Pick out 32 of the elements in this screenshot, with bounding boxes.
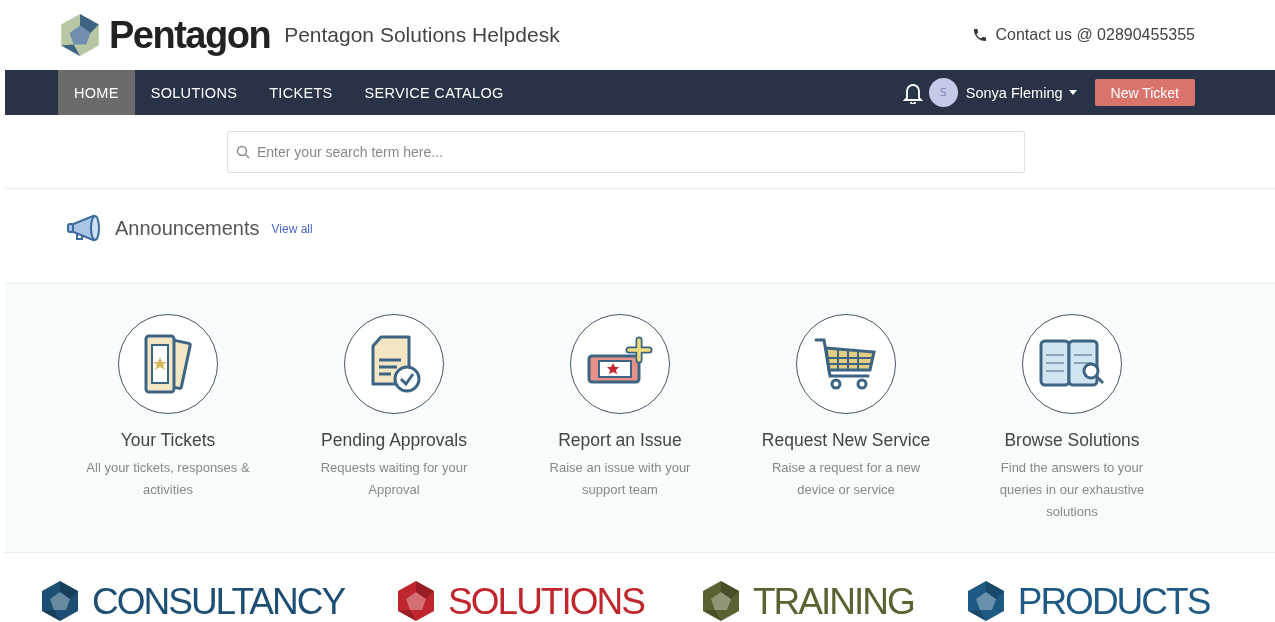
view-all-link[interactable]: View all xyxy=(271,222,313,236)
card-description: Raise a request for a new device or service xyxy=(770,459,922,499)
card-title[interactable]: Pending Approvals xyxy=(321,430,467,451)
brand-label: PRODUCTS xyxy=(1017,582,1210,620)
book-search-icon xyxy=(1039,339,1105,389)
card-title[interactable]: Browse Solutions xyxy=(1004,430,1140,451)
card-title[interactable]: Your Tickets xyxy=(120,430,216,451)
nav-tab[interactable]: HOME xyxy=(58,70,135,115)
bell-icon[interactable] xyxy=(902,81,923,104)
card-description: All your tickets, responses & activities xyxy=(85,459,251,499)
card-title[interactable]: Request New Service xyxy=(761,430,931,451)
user-menu[interactable]: Sonya Fleming xyxy=(965,84,1077,101)
brand-label: CONSULTANCY xyxy=(92,582,345,620)
brand-label: TRAINING xyxy=(752,582,914,620)
logo-text: Pentagon xyxy=(109,13,271,57)
card-description: Raise an issue with your support team xyxy=(548,459,692,499)
megaphone-icon xyxy=(67,213,103,243)
announcements-heading: Announcements xyxy=(115,217,260,240)
card-description: Find the answers to your queries in our exhaustive solutions xyxy=(998,459,1146,521)
brand-label: SOLUTIONS xyxy=(448,582,644,620)
nav-tab[interactable]: TICKETS xyxy=(253,70,349,115)
card-title[interactable]: Report an Issue xyxy=(558,430,682,451)
phone-icon xyxy=(971,27,988,43)
card-description: Requests waiting for your Approval xyxy=(319,459,469,499)
caret-icon xyxy=(1068,90,1077,95)
nav-tab[interactable]: SERVICE CATALOG xyxy=(348,70,520,115)
site-title: Pentagon Solutions Helpdesk xyxy=(284,23,560,47)
search-icon xyxy=(236,144,250,159)
nav-tab[interactable]: SOLUTIONS xyxy=(134,70,254,115)
shopping-cart-icon xyxy=(814,336,878,392)
contact-text: Contact us @ 02890455355 xyxy=(995,26,1195,44)
search-field[interactable]: Enter your search term here... xyxy=(227,130,1025,173)
